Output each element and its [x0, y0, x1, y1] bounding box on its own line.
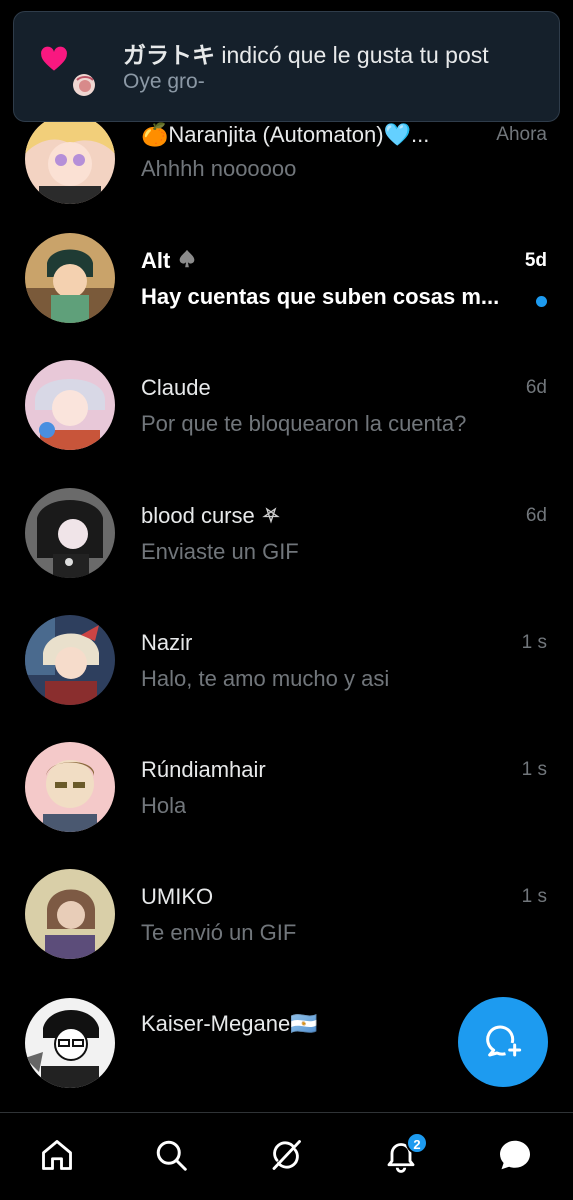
nav-home[interactable]: [39, 1139, 75, 1175]
conversation-time: Ahora: [496, 124, 547, 145]
like-notification-toast[interactable]: ガラトキ indicó que le gusta tu post Oye gro…: [13, 11, 560, 122]
messages-screen: 🍊Naranjita (Automaton)🩵... Ahora Ahhhh n…: [0, 0, 573, 1200]
spade-icon: [176, 248, 198, 277]
conversation-name: 🍊Naranjita (Automaton)🩵...: [141, 122, 430, 147]
conversation-row-nazir[interactable]: Nazir 1 s Halo, te amo mucho y asi: [0, 615, 573, 756]
conversation-name: Alt: [141, 247, 198, 277]
conversation-time: 1 s: [521, 759, 547, 780]
inverted-pentagram-icon: [261, 503, 281, 531]
bottom-navigation: 2: [0, 1112, 573, 1200]
avatar[interactable]: [25, 360, 115, 450]
conversation-preview: Te envió un GIF: [141, 920, 297, 945]
conversation-preview: Por que te bloquearon la cuenta?: [141, 411, 467, 436]
conversation-row-naranjita[interactable]: 🍊Naranjita (Automaton)🩵... Ahora Ahhhh n…: [0, 114, 573, 245]
conversation-name: Kaiser-Megane🇦🇷: [141, 1011, 318, 1036]
avatar[interactable]: [25, 869, 115, 959]
conversation-name: UMIKO: [141, 884, 214, 909]
toast-username: ガラトキ: [123, 42, 215, 68]
search-icon: [153, 1137, 189, 1178]
conversation-name: Claude: [141, 375, 211, 400]
conversation-time: 1 s: [521, 886, 547, 907]
home-icon: [39, 1137, 75, 1178]
avatar[interactable]: [25, 488, 115, 578]
heart-icon: [40, 46, 68, 72]
avatar[interactable]: [25, 998, 115, 1088]
avatar[interactable]: [25, 615, 115, 705]
new-message-icon: [483, 1020, 523, 1065]
conversation-name-text: Alt: [141, 248, 171, 273]
conversation-row-claude[interactable]: Claude 6d Por que te bloquearon la cuent…: [0, 360, 573, 501]
conversation-name: Nazir: [141, 630, 193, 655]
notifications-badge: 2: [406, 1132, 428, 1154]
conversation-name: blood curse: [141, 502, 281, 531]
nav-search[interactable]: [153, 1139, 189, 1175]
conversation-preview: Halo, te amo mucho y asi: [141, 666, 390, 691]
toast-post-preview: Oye gro-: [123, 70, 205, 93]
conversation-name-text: blood curse: [141, 503, 255, 528]
avatar[interactable]: [25, 114, 115, 204]
conversation-preview: Enviaste un GIF: [141, 539, 299, 564]
conversation-row-blood-curse[interactable]: blood curse 6d Enviaste un GIF: [0, 488, 573, 629]
conversation-preview: Hola: [141, 793, 187, 818]
conversation-row-rundiamhair[interactable]: Rúndiamhair 1 s Hola: [0, 742, 573, 883]
toast-action: indicó que le gusta tu post: [215, 42, 489, 68]
conversation-row-umiko[interactable]: UMIKO 1 s Te envió un GIF: [0, 869, 573, 1010]
toast-user-avatar: [72, 73, 96, 97]
avatar[interactable]: [25, 742, 115, 832]
messages-icon: [497, 1137, 533, 1178]
conversation-preview: Hay cuentas que suben cosas m...: [141, 284, 500, 309]
avatar[interactable]: [25, 233, 115, 323]
unread-indicator: [536, 296, 547, 307]
nav-grok[interactable]: [268, 1139, 304, 1175]
conversation-name: Rúndiamhair: [141, 757, 266, 782]
conversation-time: 5d: [524, 250, 547, 271]
new-message-button[interactable]: [458, 997, 548, 1087]
conversation-time: 6d: [525, 505, 547, 526]
toast-title: ガラトキ indicó que le gusta tu post: [123, 36, 489, 70]
conversation-time: 6d: [525, 377, 547, 398]
conversation-preview: Ahhhh noooooo: [141, 156, 297, 181]
grok-icon: [268, 1137, 304, 1178]
nav-messages[interactable]: [497, 1139, 533, 1175]
conversation-time: 1 s: [521, 632, 547, 653]
conversation-row-alt[interactable]: Alt 5d Hay cuentas que suben cosas m...: [0, 233, 573, 374]
